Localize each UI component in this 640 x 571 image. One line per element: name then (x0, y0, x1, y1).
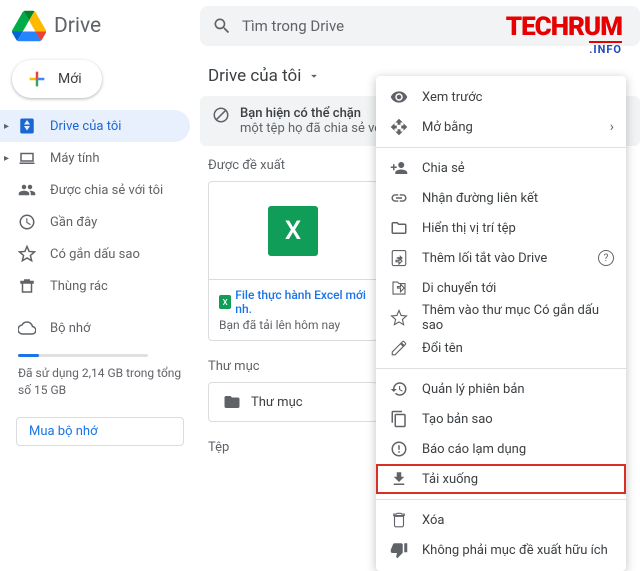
shared-icon (18, 181, 36, 199)
star-icon (18, 245, 36, 263)
ctx-open-with[interactable]: Mở bằng› (376, 112, 626, 142)
brand[interactable]: Drive (0, 9, 200, 43)
ctx-add-starred[interactable]: Thêm vào thư mục Có gắn dấu sao (376, 303, 626, 333)
nav-starred[interactable]: Có gắn dấu sao (0, 238, 190, 270)
trash-icon (18, 277, 36, 295)
open-with-icon (390, 118, 408, 136)
nav-trash[interactable]: Thùng rác (0, 270, 190, 302)
ctx-download[interactable]: Tải xuống (376, 464, 626, 494)
nav-my-drive[interactable]: ▸ Drive của tôi (0, 110, 190, 142)
delete-icon (390, 511, 408, 529)
drive-logo-icon (12, 9, 46, 43)
folder-icon (223, 393, 241, 411)
context-menu: Xem trước Mở bằng› Chia sẻ Nhận đường li… (376, 76, 626, 571)
ctx-make-copy[interactable]: Tạo bản sao (376, 404, 626, 434)
block-icon (212, 106, 230, 124)
file-thumbnail: X (209, 182, 377, 280)
expand-icon: ▸ (4, 153, 9, 164)
cloud-icon (18, 319, 36, 337)
buy-storage-button[interactable]: Mua bộ nhớ (16, 417, 184, 446)
ctx-manage-versions[interactable]: Quản lý phiên bản (376, 374, 626, 404)
nav-shared[interactable]: Được chia sẻ với tôi (0, 174, 190, 206)
ctx-get-link[interactable]: Nhận đường liên kết (376, 183, 626, 213)
storage-info: Đã sử dụng 2,14 GB trong tổng số 15 GB (0, 344, 200, 409)
chevron-down-icon (307, 69, 321, 83)
file-card[interactable]: X X File thực hành Excel mới nh. Bạn đã … (208, 181, 378, 341)
star-outline-icon (390, 309, 408, 327)
person-add-icon (390, 159, 408, 177)
file-subtitle: Bạn đã tải lên hôm nay (219, 318, 367, 332)
ctx-share[interactable]: Chia sẻ (376, 153, 626, 183)
thumb-down-icon (390, 541, 408, 559)
ctx-not-helpful[interactable]: Không phải mục đề xuất hữu ích (376, 535, 626, 565)
folder-outline-icon (390, 219, 408, 237)
file-name: X File thực hành Excel mới nh. (219, 288, 367, 316)
move-icon (390, 279, 408, 297)
ctx-remove[interactable]: Xóa (376, 505, 626, 535)
shortcut-icon (390, 249, 408, 267)
brand-text: Drive (54, 14, 101, 38)
new-button[interactable]: Mới (12, 60, 102, 98)
ctx-preview[interactable]: Xem trước (376, 82, 626, 112)
ctx-show-location[interactable]: Hiển thị vị trí tệp (376, 213, 626, 243)
drive-folder-icon (18, 117, 36, 135)
search-bar[interactable]: Tìm trong Drive (200, 6, 640, 46)
chevron-right-icon: › (610, 119, 614, 135)
help-icon[interactable]: ? (598, 250, 614, 266)
ctx-move-to[interactable]: Di chuyển tới (376, 273, 626, 303)
history-icon (390, 380, 408, 398)
edit-icon (390, 339, 408, 357)
report-icon (390, 440, 408, 458)
link-icon (390, 189, 408, 207)
folder-item[interactable]: Thư mục (208, 382, 378, 422)
expand-icon: ▸ (4, 121, 9, 132)
plus-icon (26, 68, 48, 90)
ctx-rename[interactable]: Đổi tên (376, 333, 626, 363)
computer-icon (18, 149, 36, 167)
excel-mini-icon: X (219, 295, 231, 309)
eye-icon (390, 88, 408, 106)
nav-recent[interactable]: Gần đây (0, 206, 190, 238)
nav-storage[interactable]: Bộ nhớ (0, 312, 190, 344)
download-icon (390, 470, 408, 488)
ctx-report-abuse[interactable]: Báo cáo lạm dụng (376, 434, 626, 464)
ctx-add-shortcut[interactable]: Thêm lối tắt vào Drive? (376, 243, 626, 273)
excel-icon: X (268, 206, 318, 256)
sidebar: Mới ▸ Drive của tôi ▸ Máy tính Được chia… (0, 52, 200, 517)
copy-icon (390, 410, 408, 428)
search-icon (212, 16, 232, 36)
nav-computers[interactable]: ▸ Máy tính (0, 142, 190, 174)
clock-icon (18, 213, 36, 231)
search-placeholder: Tìm trong Drive (242, 17, 344, 35)
